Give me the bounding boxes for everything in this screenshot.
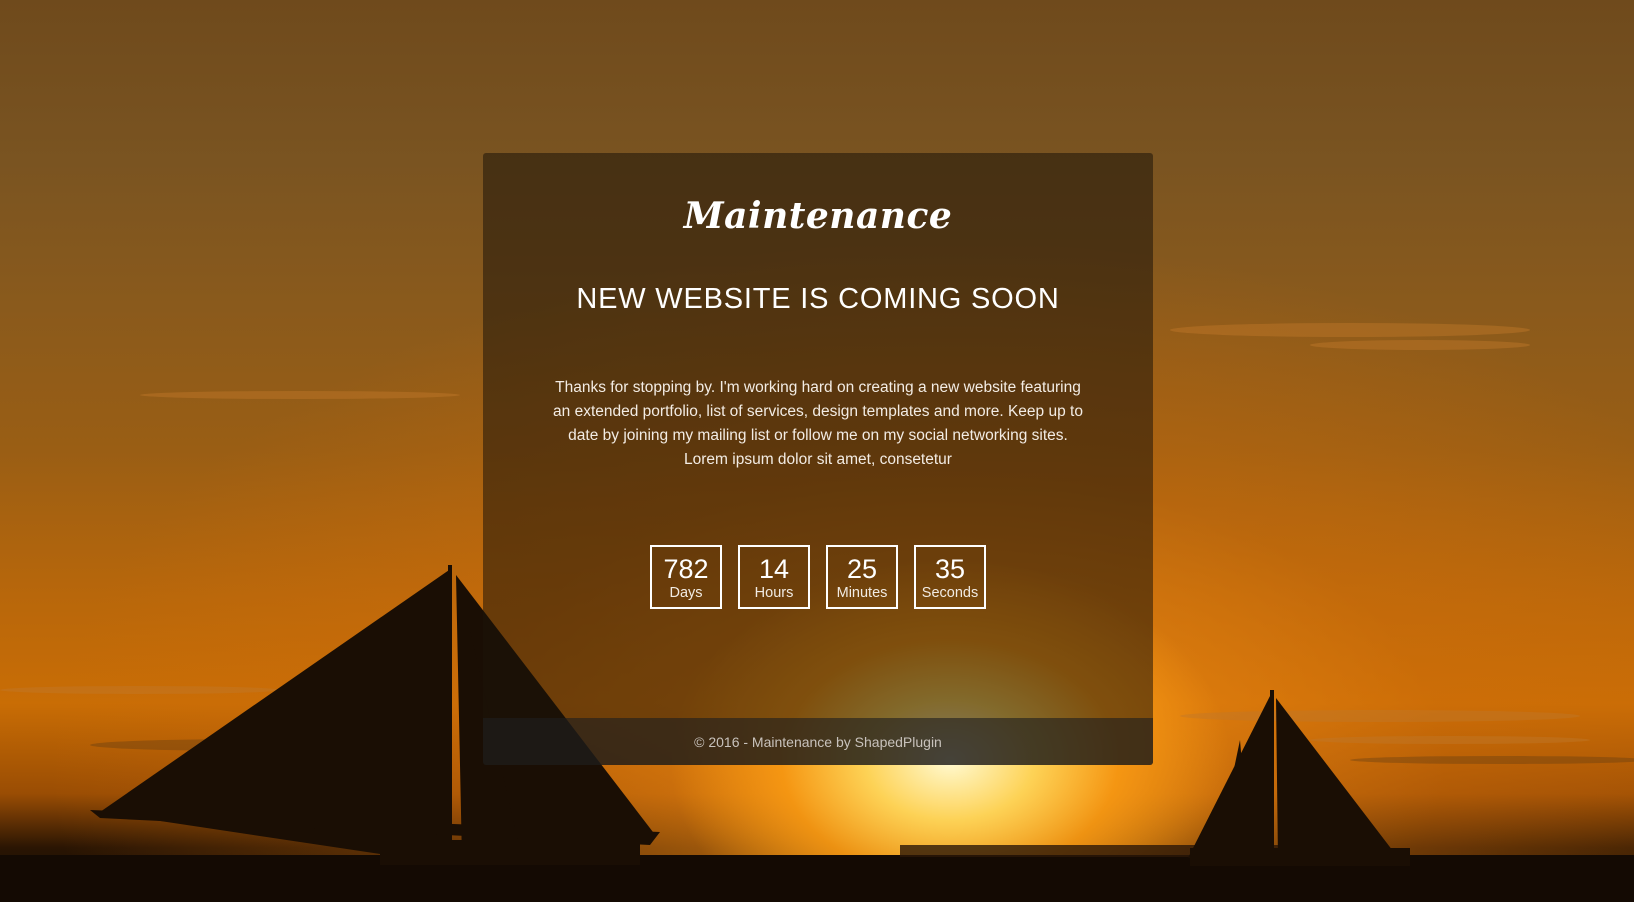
countdown-hours-label: Hours bbox=[754, 585, 794, 601]
site-logo: Maintenance bbox=[683, 195, 953, 237]
countdown-minutes-label: Minutes bbox=[836, 585, 888, 601]
countdown-timer: 782 Days 14 Hours 25 Minutes 35 Seconds bbox=[483, 545, 1153, 609]
background-scene: Maintenance NEW WEBSITE IS COMING SOON T… bbox=[0, 0, 1634, 902]
maintenance-card: Maintenance NEW WEBSITE IS COMING SOON T… bbox=[483, 153, 1153, 765]
countdown-hours-value: 14 bbox=[758, 554, 790, 584]
countdown-days-value: 782 bbox=[663, 554, 709, 584]
countdown-seconds: 35 Seconds bbox=[914, 545, 986, 609]
countdown-seconds-value: 35 bbox=[934, 554, 966, 584]
description-text: Thanks for stopping by. I'm working hard… bbox=[553, 379, 1083, 468]
page-headline: NEW WEBSITE IS COMING SOON bbox=[576, 283, 1060, 315]
countdown-minutes-value: 25 bbox=[846, 554, 878, 584]
footer-bar: © 2016 - Maintenance by ShapedPlugin bbox=[483, 718, 1153, 765]
footer-credit: © 2016 - Maintenance by ShapedPlugin bbox=[694, 733, 942, 750]
countdown-days-label: Days bbox=[669, 585, 703, 601]
countdown-hours: 14 Hours bbox=[738, 545, 810, 609]
countdown-days: 782 Days bbox=[650, 545, 722, 609]
countdown-minutes: 25 Minutes bbox=[826, 545, 898, 609]
countdown-seconds-label: Seconds bbox=[921, 585, 979, 601]
